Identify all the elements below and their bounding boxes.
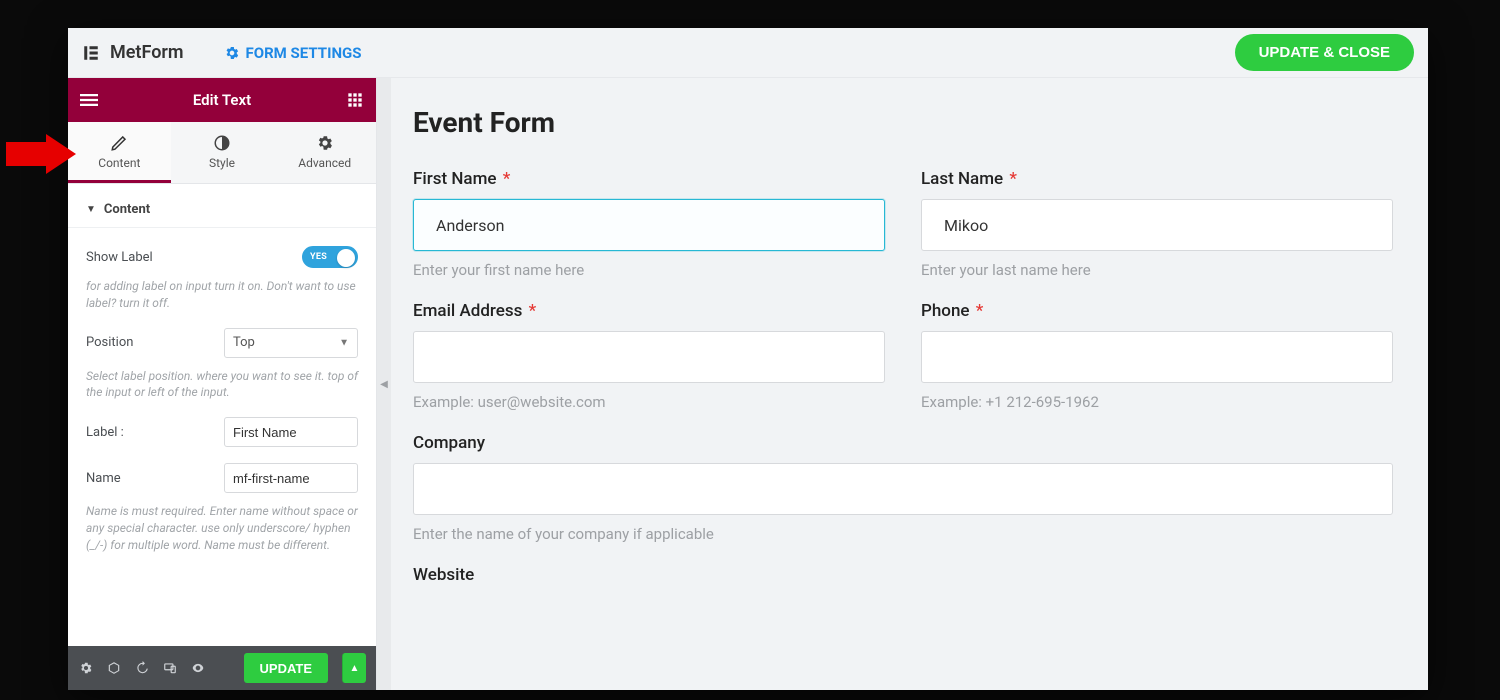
company-label: Company — [413, 433, 1393, 453]
form-settings-link[interactable]: FORM SETTINGS — [224, 44, 362, 62]
field-website[interactable]: Website — [413, 565, 1393, 595]
toggle-knob — [337, 249, 355, 267]
field-company[interactable]: Company Enter the name of your company i… — [413, 433, 1393, 543]
panel-collapse-handle[interactable]: ◀ — [377, 78, 391, 690]
gear-icon — [224, 45, 240, 61]
show-label-text: Show Label — [86, 250, 153, 265]
phone-helper: Example: +1 212-695-1962 — [921, 393, 1393, 411]
first-name-input[interactable]: Anderson — [413, 199, 885, 251]
company-helper: Enter the name of your company if applic… — [413, 525, 1393, 543]
company-input[interactable] — [413, 463, 1393, 515]
position-label: Position — [86, 335, 133, 350]
email-label: Email Address * — [413, 301, 885, 321]
field-first-name[interactable]: First Name * Anderson Enter your first n… — [413, 169, 885, 279]
navigator-icon[interactable] — [106, 660, 122, 676]
website-label: Website — [413, 565, 1393, 585]
editor-footer: UPDATE ▲ — [68, 646, 376, 690]
pencil-icon — [110, 134, 128, 152]
history-icon[interactable] — [134, 660, 150, 676]
tab-style[interactable]: Style — [171, 122, 274, 183]
apps-grid-icon[interactable] — [346, 91, 364, 109]
metform-modal: MetForm FORM SETTINGS UPDATE & CLOSE Edi… — [68, 28, 1428, 690]
show-label-hint: for adding label on input turn it on. Do… — [86, 276, 358, 320]
position-select[interactable]: Top ▼ — [224, 328, 358, 358]
name-field-input[interactable] — [224, 463, 358, 493]
caret-down-icon: ▼ — [86, 204, 96, 215]
form-preview[interactable]: Event Form First Name * Anderson Enter y… — [391, 78, 1428, 690]
label-field-input[interactable] — [224, 417, 358, 447]
caret-up-icon: ▲ — [350, 663, 360, 674]
editor-panel: Edit Text Content Style Advanced — [68, 78, 377, 690]
first-name-label: First Name * — [413, 169, 885, 189]
section-content-toggle[interactable]: ▼ Content — [68, 192, 376, 228]
phone-label: Phone * — [921, 301, 1393, 321]
chevron-left-icon: ◀ — [380, 379, 388, 390]
responsive-icon[interactable] — [162, 660, 178, 676]
tab-content-label: Content — [98, 156, 140, 170]
position-hint: Select label position. where you want to… — [86, 366, 358, 410]
brand-title: MetForm — [110, 42, 184, 63]
last-name-label: Last Name * — [921, 169, 1393, 189]
tab-content[interactable]: Content — [68, 122, 171, 183]
editor-scroll[interactable]: ▼ Content Show Label YES for adding labe… — [68, 184, 376, 646]
phone-input[interactable] — [921, 331, 1393, 383]
tab-advanced-label: Advanced — [298, 156, 351, 170]
cog-icon — [316, 134, 334, 152]
tab-style-label: Style — [209, 156, 235, 170]
preview-icon[interactable] — [190, 660, 206, 676]
field-email[interactable]: Email Address * Example: user@website.co… — [413, 301, 885, 411]
form-title: Event Form — [413, 106, 1393, 139]
editor-title: Edit Text — [193, 91, 251, 109]
first-name-helper: Enter your first name here — [413, 261, 885, 279]
tab-advanced[interactable]: Advanced — [273, 122, 376, 183]
email-input[interactable] — [413, 331, 885, 383]
contrast-icon — [213, 134, 231, 152]
chevron-down-icon: ▼ — [339, 337, 349, 348]
modal-header: MetForm FORM SETTINGS UPDATE & CLOSE — [68, 28, 1428, 78]
toggle-state: YES — [310, 252, 327, 262]
form-settings-label: FORM SETTINGS — [246, 44, 362, 62]
field-last-name[interactable]: Last Name * Mikoo Enter your last name h… — [921, 169, 1393, 279]
section-content-label: Content — [104, 202, 150, 217]
update-more-button[interactable]: ▲ — [342, 653, 366, 683]
field-phone[interactable]: Phone * Example: +1 212-695-1962 — [921, 301, 1393, 411]
settings-icon[interactable] — [78, 660, 94, 676]
label-field-label: Label : — [86, 425, 124, 440]
email-helper: Example: user@website.com — [413, 393, 885, 411]
editor-topbar: Edit Text — [68, 78, 376, 122]
update-close-button[interactable]: UPDATE & CLOSE — [1235, 34, 1414, 71]
name-field-hint: Name is must required. Enter name withou… — [86, 501, 358, 561]
update-button[interactable]: UPDATE — [244, 653, 328, 683]
position-value: Top — [233, 335, 255, 350]
elementor-logo-icon — [82, 44, 100, 62]
last-name-helper: Enter your last name here — [921, 261, 1393, 279]
show-label-toggle[interactable]: YES — [302, 246, 358, 268]
menu-icon[interactable] — [80, 91, 98, 109]
name-field-label: Name — [86, 471, 121, 486]
last-name-input[interactable]: Mikoo — [921, 199, 1393, 251]
editor-tabs: Content Style Advanced — [68, 122, 376, 184]
